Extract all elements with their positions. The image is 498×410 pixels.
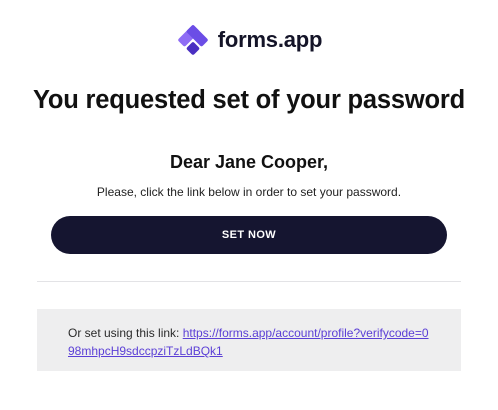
greeting: Dear Jane Cooper, <box>169 152 329 172</box>
forms-app-logo-icon <box>177 25 208 55</box>
page-title: You requested set of your password <box>33 86 465 114</box>
instruction-text: Please, click the link below in order to… <box>96 185 402 199</box>
email-page: forms.app You requested set of your pass… <box>0 0 498 410</box>
alternate-link-label: Or set using this link: <box>68 326 180 340</box>
brand-header: forms.app <box>0 22 498 58</box>
brand-name: forms.app <box>217 27 323 52</box>
alternate-link-box: Or set using this link: https://forms.ap… <box>37 309 461 371</box>
set-now-button[interactable]: SET NOW <box>51 216 447 254</box>
divider <box>37 281 461 282</box>
